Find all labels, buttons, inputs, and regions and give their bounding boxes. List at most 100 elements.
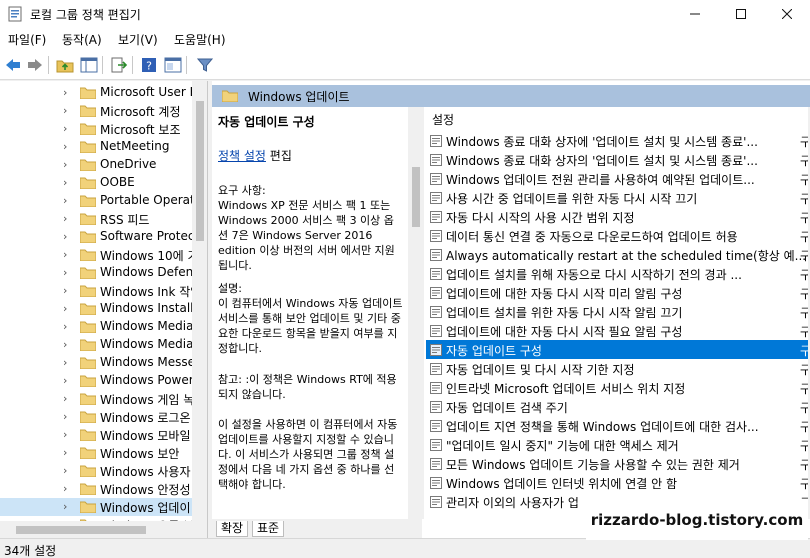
tree-item[interactable]: › Portable Operati (0, 192, 198, 210)
chevron-right-icon[interactable]: › (63, 482, 67, 495)
chevron-right-icon[interactable]: › (63, 212, 67, 225)
chevron-right-icon[interactable]: › (63, 122, 67, 135)
setting-row[interactable]: Always automatically restart at the sche… (426, 245, 810, 264)
folder-icon (80, 501, 96, 513)
chevron-right-icon[interactable]: › (63, 500, 67, 513)
tree-item[interactable]: › Windows 모바일 (0, 426, 192, 444)
filter-button[interactable] (194, 54, 216, 76)
settings-column-header[interactable]: 설정 (432, 111, 454, 128)
close-button[interactable] (764, 0, 810, 28)
tree-item[interactable]: › Windows Media (0, 318, 193, 336)
maximize-button[interactable] (718, 0, 764, 28)
tree-item[interactable]: › Windows 사용자 (0, 462, 192, 480)
scrollbar-thumb[interactable] (196, 101, 204, 241)
edit-policy-link[interactable]: 정책 설정 (218, 149, 266, 163)
setting-row[interactable]: 모든 Windows 업데이트 기능을 사용할 수 있는 권한 제거 구 (426, 454, 810, 473)
tree-item[interactable]: › Windows 보안 (0, 444, 192, 462)
folder-icon (80, 213, 96, 225)
properties-button[interactable] (162, 54, 184, 76)
tree-item[interactable]: › Microsoft 계정 (0, 102, 192, 120)
setting-row[interactable]: Windows 업데이트 인터넷 위치에 연결 안 함구 (426, 473, 810, 492)
setting-row[interactable]: 자동 업데이트 구성 구 (426, 340, 810, 359)
tree-item[interactable]: › OneDrive (0, 156, 192, 174)
setting-row[interactable]: Windows 종료 대화 상자의 '업데이트 설치 및 시스템 종료'... 구 (426, 150, 810, 169)
menu-file[interactable]: 파일(F) (8, 31, 46, 48)
tree-item[interactable]: › Windows Ink 작업 (0, 282, 201, 300)
tree-item-label: Windows Installe (100, 301, 201, 315)
setting-row[interactable]: 업데이트 설치를 위해 자동으로 다시 시작하기 전의 경과 ... 구 (426, 264, 810, 283)
chevron-right-icon[interactable]: › (63, 140, 67, 153)
tree-item-label: RSS 피드 (100, 213, 150, 227)
chevron-right-icon[interactable]: › (63, 302, 67, 315)
setting-row[interactable]: 업데이트에 대한 자동 다시 시작 미리 알림 구성 구 (426, 283, 810, 302)
chevron-right-icon[interactable]: › (63, 158, 67, 171)
help-button[interactable]: ? (138, 54, 160, 76)
tree-item[interactable]: › Windows Messer (0, 354, 200, 372)
setting-name: 업데이트에 대한 자동 다시 시작 필요 알림 구성 (446, 325, 683, 339)
up-folder-button[interactable] (54, 54, 76, 76)
chevron-right-icon[interactable]: › (63, 86, 67, 99)
tree-item[interactable]: › Windows 안정성 (0, 480, 192, 498)
menu-action[interactable]: 동작(A) (62, 31, 102, 48)
chevron-right-icon[interactable]: › (63, 464, 67, 477)
chevron-right-icon[interactable]: › (63, 410, 67, 423)
back-button[interactable] (2, 54, 24, 76)
chevron-right-icon[interactable]: › (63, 266, 67, 279)
tab-extended[interactable]: 확장 (216, 521, 249, 537)
setting-row[interactable]: 인트라넷 Microsoft 업데이트 서비스 위치 지정 구 (426, 378, 810, 397)
setting-row[interactable]: Windows 업데이트 전원 관리를 사용하여 예약된 업데이트... 구 (426, 169, 810, 188)
setting-row[interactable]: "업데이트 일시 중지" 기능에 대한 액세스 제거 구 (426, 435, 810, 454)
chevron-right-icon[interactable]: › (63, 428, 67, 441)
minimize-button[interactable] (672, 0, 718, 28)
chevron-right-icon[interactable]: › (63, 356, 67, 369)
chevron-right-icon[interactable]: › (63, 284, 67, 297)
tree-item[interactable]: › Microsoft User E (0, 84, 197, 102)
setting-row[interactable]: 업데이트 설치를 위한 자동 다시 시작 알림 끄기 구 (426, 302, 810, 321)
export-list-button[interactable] (108, 54, 130, 76)
setting-row[interactable]: 데이터 통신 연결 중 자동으로 다운로드하여 업데이트 허용 구 (426, 226, 810, 245)
setting-row[interactable]: 자동 다시 시작의 사용 시간 범위 지정 구 (426, 207, 810, 226)
tree-item[interactable]: › NetMeeting (0, 138, 192, 156)
description-scrollbar[interactable] (408, 107, 424, 519)
chevron-right-icon[interactable]: › (63, 374, 67, 387)
chevron-right-icon[interactable]: › (63, 338, 67, 351)
tree-item[interactable]: › RSS 피드 (0, 210, 192, 228)
tree-item[interactable]: › Microsoft 보조 (0, 120, 192, 138)
chevron-right-icon[interactable]: › (63, 392, 67, 405)
chevron-right-icon[interactable]: › (63, 194, 67, 207)
menu-view[interactable]: 보기(V) (118, 31, 158, 48)
menu-help[interactable]: 도움말(H) (174, 31, 226, 48)
setting-name: Windows 종료 대화 상자에 '업데이트 설치 및 시스템 종료'... (446, 135, 758, 149)
setting-row[interactable]: 사용 시간 중 업데이트를 위한 자동 다시 시작 끄기 구 (426, 188, 810, 207)
chevron-right-icon[interactable]: › (63, 320, 67, 333)
chevron-right-icon[interactable]: › (63, 446, 67, 459)
chevron-right-icon[interactable]: › (63, 248, 67, 261)
setting-row[interactable]: 업데이트 지연 정책을 통해 Windows 업데이트에 대한 검사... 구 (426, 416, 810, 435)
folder-icon (80, 195, 96, 207)
chevron-right-icon[interactable]: › (63, 176, 67, 189)
forward-button[interactable] (24, 54, 46, 76)
folder-icon (80, 141, 96, 153)
tree-item[interactable]: › Windows Defend (0, 264, 201, 282)
tree-item[interactable]: › Windows Installe (0, 300, 201, 318)
tree-horizontal-scrollbar[interactable] (0, 521, 207, 538)
tree-item[interactable]: › Windows Media (0, 336, 193, 354)
setting-row[interactable]: 자동 업데이트 검색 주기 구 (426, 397, 810, 416)
tree-item[interactable]: › Windows PowerS (0, 372, 201, 390)
chevron-right-icon[interactable]: › (63, 104, 67, 117)
setting-row[interactable]: 자동 업데이트 및 다시 시작 기한 지정 구 (426, 359, 810, 378)
setting-row[interactable]: 업데이트에 대한 자동 다시 시작 필요 알림 구성 구 (426, 321, 810, 340)
scrollbar-thumb[interactable] (16, 526, 146, 534)
tree-item[interactable]: › OOBE (0, 174, 192, 192)
tree-item[interactable]: › Windows 게임 녹 (0, 390, 194, 408)
tree-item[interactable]: › Windows 10에 기 (0, 246, 199, 264)
show-hide-tree-button[interactable] (78, 54, 100, 76)
tree-item[interactable]: › Software Protect (0, 228, 199, 246)
tree-item[interactable]: › Windows 업데이 (0, 498, 192, 516)
scrollbar-thumb[interactable] (412, 167, 420, 227)
chevron-right-icon[interactable]: › (63, 230, 67, 243)
tab-standard[interactable]: 표준 (252, 521, 285, 537)
setting-row[interactable]: Windows 종료 대화 상자에 '업데이트 설치 및 시스템 종료'... 구 (426, 131, 810, 150)
tree-vertical-scrollbar[interactable] (192, 81, 207, 521)
tree-item[interactable]: › Windows 로그온 (0, 408, 192, 426)
